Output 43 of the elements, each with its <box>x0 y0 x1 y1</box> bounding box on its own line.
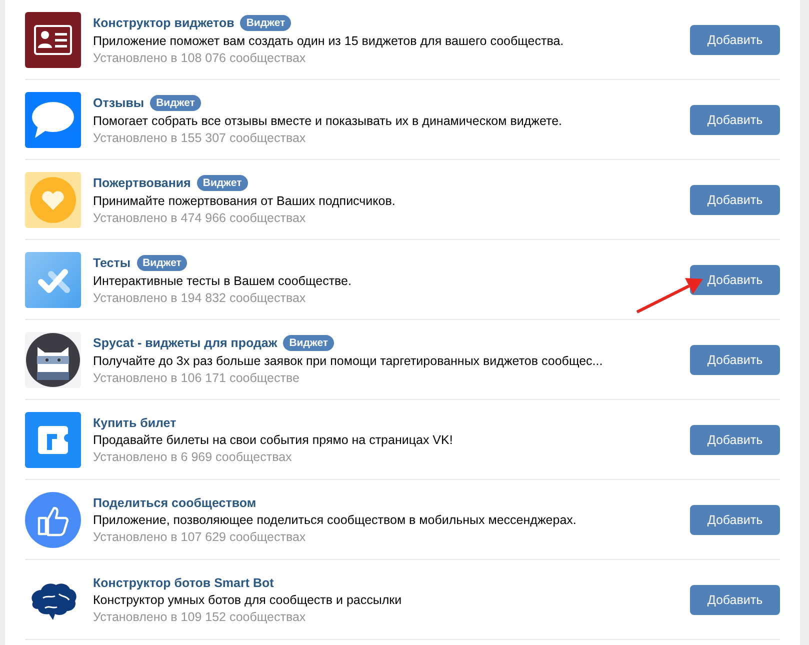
cat-mascot-icon <box>25 332 81 388</box>
app-description: Интерактивные тесты в Вашем сообществе. <box>93 274 352 288</box>
add-button[interactable]: Добавить <box>690 184 780 214</box>
install-count: Установлено в 474 966 сообществах <box>93 210 307 224</box>
app-title[interactable]: Конструктор виджетов <box>93 16 234 30</box>
widget-badge: Виджет <box>150 94 201 110</box>
install-count: Установлено в 108 076 сообществах <box>93 50 307 64</box>
install-count: Установлено в 109 152 сообществах <box>93 610 307 624</box>
install-count: Установлено в 106 171 сообществе <box>93 370 300 384</box>
widget-badge: Виджет <box>240 14 292 30</box>
app-description: Конструктор умных ботов для сообществ и рассылки <box>93 592 403 606</box>
widget-badge: Виджет <box>136 254 188 270</box>
widget-badge: Виджет <box>283 334 334 350</box>
app-title[interactable]: Spycat - виджеты для продаж <box>93 336 278 350</box>
install-count: Установлено в 194 832 сообществах <box>93 290 307 304</box>
add-button[interactable]: Добавить <box>690 344 780 374</box>
checkmark-icon <box>25 252 81 308</box>
app-description: Помогает собрать все отзывы вместе и показывать их в динамическом виджете. <box>93 114 564 128</box>
app-title[interactable]: Поделиться сообществом <box>93 496 256 510</box>
app-description: Продавайте билеты на свои события прямо на страницах VK! <box>93 432 454 446</box>
app-description: Приложение, позволяющее поделиться сообществом в мобильных мессенджерах. <box>93 512 578 526</box>
install-count: Установлено в 6 969 сообществах <box>93 450 293 464</box>
app-description: Получайте до 3х раз больше заявок при помощи таргетированных виджетов сообщес... <box>93 354 604 368</box>
app-title[interactable]: Купить билет <box>93 416 176 430</box>
id-card-icon <box>25 12 81 68</box>
install-count: Установлено в 107 629 сообществах <box>93 530 307 544</box>
app-description: Приложение поможет вам создать один из 15 виджетов для вашего сообщества. <box>93 34 565 48</box>
app-description: Принимайте пожертвования от Ваших подписчиков. <box>93 194 396 208</box>
add-button[interactable]: Добавить <box>690 424 780 454</box>
app-title[interactable]: Тесты <box>93 256 131 270</box>
app-title[interactable]: Конструктор ботов Smart Bot <box>93 576 274 590</box>
widget-badge: Виджет <box>196 174 248 190</box>
app-title[interactable]: Отзывы <box>93 96 144 110</box>
add-button[interactable]: Добавить <box>690 584 780 614</box>
add-button[interactable]: Добавить <box>690 264 780 294</box>
speech-bubble-icon <box>25 92 81 148</box>
add-button[interactable]: Добавить <box>690 504 780 534</box>
install-count: Установлено в 155 307 сообществах <box>93 130 307 144</box>
app-title[interactable]: Пожертвования <box>93 176 191 190</box>
ticket-logo-icon <box>25 412 81 468</box>
thumbs-up-icon <box>25 492 81 548</box>
add-button[interactable]: Добавить <box>690 104 780 134</box>
add-button[interactable]: Добавить <box>690 24 780 54</box>
